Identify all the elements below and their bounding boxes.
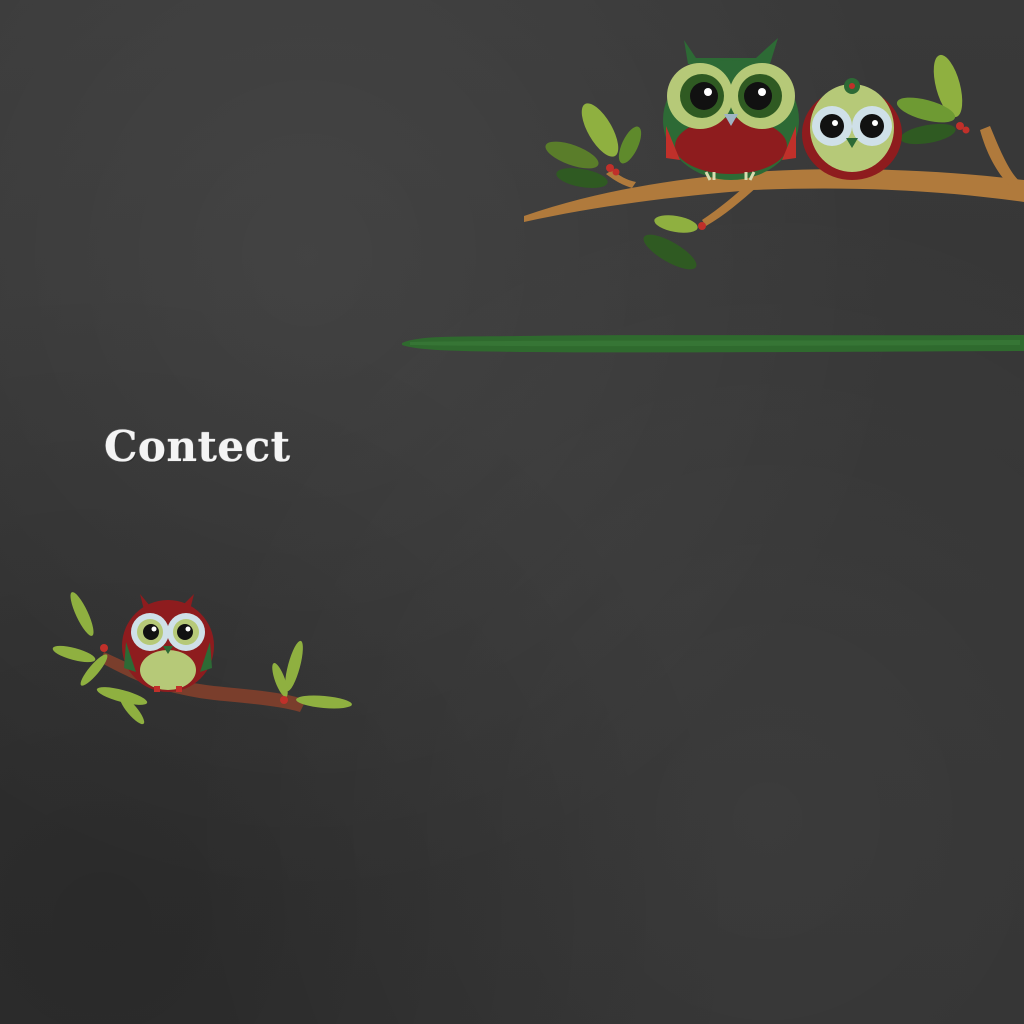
berry (100, 644, 108, 652)
leaf (52, 645, 96, 663)
leaf (618, 126, 642, 164)
big-owl (663, 38, 799, 181)
leaf (900, 123, 956, 145)
leaf (654, 215, 698, 233)
owl (122, 594, 214, 692)
small-owl (802, 78, 902, 180)
berry (280, 696, 288, 704)
berry (698, 222, 706, 230)
owls-on-branch-illustration (524, 38, 1024, 270)
leaf (70, 592, 94, 636)
page-title: Contect (104, 422, 291, 471)
berry (612, 168, 620, 176)
small-owl-illustration (52, 592, 352, 725)
leaf (296, 695, 352, 709)
berry (962, 126, 970, 134)
leaf (556, 168, 608, 188)
leaf (643, 234, 697, 270)
branch-twig-left (606, 170, 636, 188)
green-chalk-stripe (402, 335, 1024, 353)
